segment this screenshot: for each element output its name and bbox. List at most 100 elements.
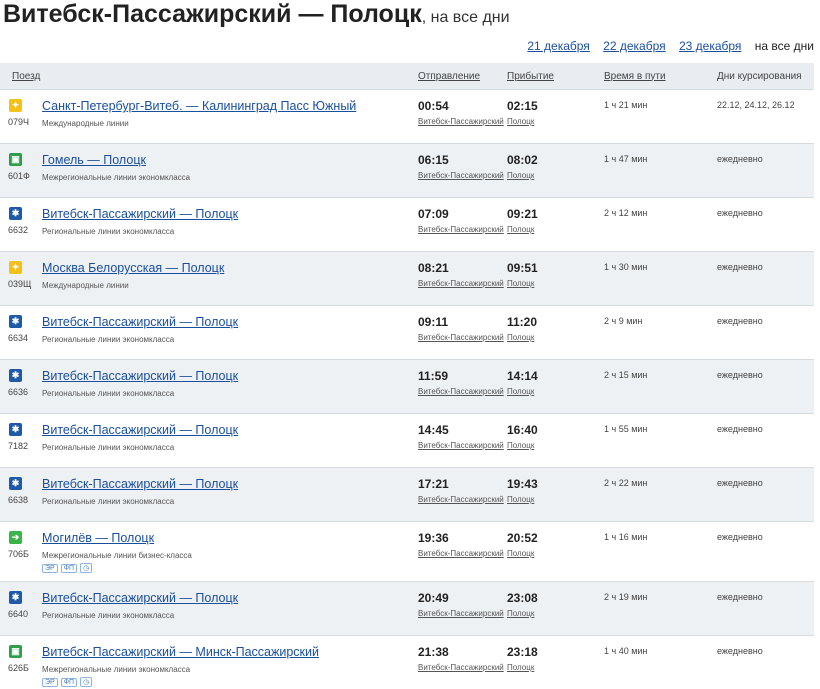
train-route-link[interactable]: Санкт-Петербург-Витеб. — Калининград Пас… — [42, 99, 356, 113]
regional-train-icon: ✱ — [9, 207, 22, 220]
train-category: Межрегиональные линии бизнес-класса — [42, 551, 192, 560]
arrival-cell: 23:08 Полоцк — [507, 582, 604, 636]
col-header-departure-link[interactable]: Отправление — [418, 71, 480, 82]
travel-duration: 2 ч 15 мин — [604, 370, 717, 380]
departure-time: 00:54 — [418, 99, 507, 113]
table-row: ✱6634Витебск-Пассажирский — ПолоцкРегион… — [0, 306, 814, 360]
train-cell: ✱7182Витебск-Пассажирский — ПолоцкРегион… — [0, 414, 418, 468]
train-category: Региональные линии экономкласса — [42, 443, 174, 452]
train-route-link[interactable]: Витебск-Пассажирский — Полоцк — [42, 369, 238, 383]
page-title-text: Витебск-Пассажирский — Полоцк — [3, 0, 422, 28]
date-link-23[interactable]: 23 декабря — [679, 39, 741, 53]
departure-cell: 21:38 Витебск-Пассажирский — [418, 636, 507, 689]
col-header-train-link[interactable]: Поезд — [12, 71, 40, 82]
arrival-station-link[interactable]: Полоцк — [507, 171, 604, 181]
train-category: Региональные линии экономкласса — [42, 389, 174, 398]
train-number: 7182 — [8, 441, 28, 451]
duration-cell: 2 ч 9 мин — [604, 306, 717, 360]
departure-time: 06:15 — [418, 153, 507, 167]
date-link-22[interactable]: 22 декабря — [603, 39, 665, 53]
arrival-station-link[interactable]: Полоцк — [507, 495, 604, 505]
feature-badge: ФП — [61, 678, 77, 687]
days-cell: ежедневно — [717, 468, 814, 522]
arrival-station-link[interactable]: Полоцк — [507, 441, 604, 451]
travel-duration: 1 ч 55 мин — [604, 424, 717, 434]
departure-cell: 14:45 Витебск-Пассажирский — [418, 414, 507, 468]
departure-station-link[interactable]: Витебск-Пассажирский — [418, 333, 507, 343]
departure-station-link[interactable]: Витебск-Пассажирский — [418, 663, 507, 673]
train-cell: ▣601ФГомель — ПолоцкМежрегиональные лини… — [0, 144, 418, 198]
duration-cell: 2 ч 15 мин — [604, 360, 717, 414]
arrival-station-link[interactable]: Полоцк — [507, 225, 604, 235]
departure-station-link[interactable]: Витебск-Пассажирский — [418, 171, 507, 181]
table-row: ▣601ФГомель — ПолоцкМежрегиональные лини… — [0, 144, 814, 198]
feature-badge: ЭР — [42, 564, 58, 573]
arrival-cell: 09:21Полоцк — [507, 198, 604, 252]
train-route-link[interactable]: Гомель — Полоцк — [42, 153, 146, 167]
days-cell: ежедневно — [717, 198, 814, 252]
departure-station-link[interactable]: Витебск-Пассажирский — [418, 225, 507, 235]
train-route-link[interactable]: Могилёв — Полоцк — [42, 531, 154, 545]
feature-badges: ЭРФП◷ — [42, 677, 95, 687]
departure-station-link[interactable]: Витебск-Пассажирский — [418, 495, 507, 505]
interregional-train-icon: ▣ — [9, 153, 22, 166]
running-days: ежедневно — [717, 262, 814, 272]
arrival-cell: 09:51Полоцк — [507, 252, 604, 306]
col-header-duration[interactable]: Время в пути — [604, 63, 717, 90]
arrival-time: 11:20 — [507, 315, 604, 329]
col-header-duration-link[interactable]: Время в пути — [604, 71, 666, 82]
arrival-time: 19:43 — [507, 477, 604, 491]
running-days: ежедневно — [717, 424, 814, 434]
arrival-station-link[interactable]: Полоцк — [507, 117, 604, 127]
arrival-station-link[interactable]: Полоцк — [507, 549, 604, 559]
train-route-link[interactable]: Москва Белорусская — Полоцк — [42, 261, 224, 275]
train-route-link[interactable]: Витебск-Пассажирский — Полоцк — [42, 423, 238, 437]
feature-badges: ЭРФП◷ — [42, 563, 95, 573]
days-cell: ежедневно — [717, 582, 814, 636]
col-header-arrival[interactable]: Прибытие — [507, 63, 604, 90]
running-days: ежедневно — [717, 316, 814, 326]
date-filter-bar: 21 декабря 22 декабря 23 декабря на все … — [527, 39, 814, 53]
duration-cell: 2 ч 12 мин — [604, 198, 717, 252]
arrival-time: 16:40 — [507, 423, 604, 437]
departure-station-link[interactable]: Витебск-Пассажирский — [418, 549, 507, 559]
duration-cell: 1 ч 55 мин — [604, 414, 717, 468]
departure-time: 09:11 — [418, 315, 507, 329]
arrival-station-link[interactable]: Полоцк — [507, 609, 604, 619]
train-route-link[interactable]: Витебск-Пассажирский — Полоцк — [42, 315, 238, 329]
international-train-icon: ✦ — [9, 261, 22, 274]
arrival-cell: 02:15Полоцк — [507, 90, 604, 144]
col-header-train[interactable]: Поезд — [0, 63, 418, 90]
col-header-departure[interactable]: Отправление — [418, 63, 507, 90]
departure-time: 14:45 — [418, 423, 507, 437]
date-link-21[interactable]: 21 декабря — [527, 39, 589, 53]
train-route-link[interactable]: Витебск-Пассажирский — Полоцк — [42, 591, 238, 605]
table-row: ▣626БВитебск-Пассажирский — Минск-Пассаж… — [0, 636, 814, 689]
col-header-arrival-link[interactable]: Прибытие — [507, 71, 554, 82]
duration-cell: 2 ч 19 мин — [604, 582, 717, 636]
arrival-station-link[interactable]: Полоцк — [507, 387, 604, 397]
feature-badge: ФП — [61, 564, 77, 573]
departure-station-link[interactable]: Витебск-Пассажирский — [418, 387, 507, 397]
days-cell: ежедневно — [717, 414, 814, 468]
departure-station-link[interactable]: Витебск-Пассажирский — [418, 609, 507, 619]
train-number: 079Ч — [8, 117, 29, 127]
travel-duration: 1 ч 40 мин — [604, 646, 717, 656]
train-route-link[interactable]: Витебск-Пассажирский — Полоцк — [42, 477, 238, 491]
train-route-link[interactable]: Витебск-Пассажирский — Полоцк — [42, 207, 238, 221]
arrival-station-link[interactable]: Полоцк — [507, 279, 604, 289]
train-category: Межрегиональные линии экономкласса — [42, 665, 190, 674]
departure-station-link[interactable]: Витебск-Пассажирский — [418, 279, 507, 289]
arrival-time: 23:08 — [507, 591, 604, 605]
departure-time: 07:09 — [418, 207, 507, 221]
departure-time: 21:38 — [418, 645, 507, 659]
departure-station-link[interactable]: Витебск-Пассажирский — [418, 117, 507, 127]
travel-duration: 1 ч 47 мин — [604, 154, 717, 164]
table-row: ✱6632Витебск-Пассажирский — ПолоцкРегион… — [0, 198, 814, 252]
arrival-station-link[interactable]: Полоцк — [507, 333, 604, 343]
duration-cell: 1 ч 21 мин — [604, 90, 717, 144]
train-route-link[interactable]: Витебск-Пассажирский — Минск-Пассажирски… — [42, 645, 319, 659]
departure-station-link[interactable]: Витебск-Пассажирский — [418, 441, 507, 451]
days-cell: ежедневно — [717, 522, 814, 582]
arrival-station-link[interactable]: Полоцк — [507, 663, 604, 673]
